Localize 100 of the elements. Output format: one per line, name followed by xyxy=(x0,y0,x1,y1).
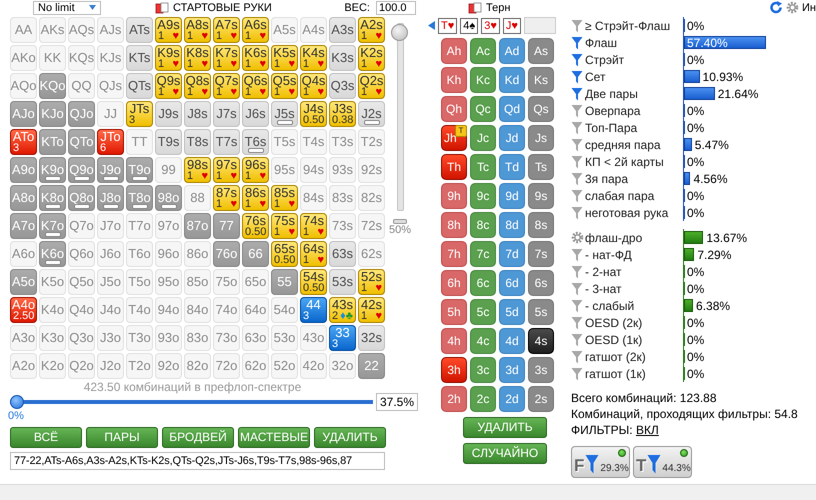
card-button[interactable]: 9h xyxy=(441,183,467,209)
hand-cell[interactable]: 95o xyxy=(155,269,182,295)
hand-cell[interactable]: 74o xyxy=(213,297,240,323)
card-button[interactable]: 2h xyxy=(441,386,467,412)
range-button[interactable]: УДАЛИТЬ xyxy=(314,427,386,448)
hand-cell[interactable]: T7s xyxy=(213,129,240,155)
hand-cell[interactable]: K4o xyxy=(39,297,66,323)
card-button[interactable]: Qs xyxy=(528,96,554,122)
hand-cell[interactable]: 88 xyxy=(184,185,211,211)
card-button[interactable]: Ah xyxy=(441,38,467,64)
hand-cell[interactable]: 72s xyxy=(358,213,385,239)
hand-cell[interactable]: A7o xyxy=(10,213,37,239)
hand-cell[interactable]: Q5o xyxy=(68,269,95,295)
hand-cell[interactable]: Q7o xyxy=(68,213,95,239)
card-button[interactable]: 7s xyxy=(528,241,554,267)
card-button[interactable]: 3h xyxy=(441,357,467,383)
slider-thumb[interactable] xyxy=(390,24,408,41)
slider-thumb[interactable] xyxy=(10,395,24,409)
hand-cell[interactable]: AA xyxy=(10,17,37,43)
hand-cell[interactable]: 52o xyxy=(271,353,298,379)
card-button[interactable]: 6s xyxy=(528,270,554,296)
hand-cell[interactable]: AKs xyxy=(39,17,66,43)
hand-cell[interactable]: 72o xyxy=(213,353,240,379)
hand-cell[interactable]: 98o xyxy=(155,185,182,211)
hand-cell[interactable]: K9s 1 ♥ xyxy=(155,45,182,71)
hand-cell[interactable]: K6o xyxy=(39,241,66,267)
card-button[interactable]: 8c xyxy=(470,212,496,238)
hand-cell[interactable]: 75s 1 ♥ xyxy=(271,213,298,239)
hand-cell[interactable]: 65s 0.50 xyxy=(271,241,298,267)
board-card[interactable]: 4♠ xyxy=(460,18,478,34)
hand-cell[interactable]: 83o xyxy=(184,325,211,351)
range-button[interactable]: ПАРЫ xyxy=(86,427,158,448)
hand-cell[interactable]: A7s 1 ♥ xyxy=(213,17,240,43)
card-button[interactable]: 7d xyxy=(499,241,525,267)
hand-cell[interactable]: 85o xyxy=(184,269,211,295)
hand-cell[interactable]: 92o xyxy=(155,353,182,379)
hand-cell[interactable]: A2s 1 ♥ xyxy=(358,17,385,43)
hand-cell[interactable]: 55 xyxy=(271,269,298,295)
card-button[interactable]: Jd xyxy=(499,125,525,151)
filters-link[interactable]: ВКЛ xyxy=(636,423,659,437)
card-button[interactable]: Kc xyxy=(470,67,496,93)
hand-cell[interactable]: KQo xyxy=(39,73,66,99)
hand-cell[interactable]: T5s xyxy=(271,129,298,155)
hand-cell[interactable]: J3o xyxy=(97,325,124,351)
hand-cell[interactable]: K8o xyxy=(39,185,66,211)
hand-cell[interactable]: Q2s 1 ♥ xyxy=(358,73,385,99)
hand-cell[interactable]: KK xyxy=(39,45,66,71)
board-card[interactable]: T♥ xyxy=(438,18,458,34)
hand-cell[interactable]: K9o xyxy=(39,157,66,183)
quick-filter-button[interactable]: F 29.3% xyxy=(571,446,630,478)
hand-cell[interactable]: K8s 1 ♥ xyxy=(184,45,211,71)
board-card[interactable]: 3♥ xyxy=(481,18,500,34)
deck-button[interactable]: УДАЛИТЬ xyxy=(463,417,547,438)
hand-cell[interactable]: KJs xyxy=(97,45,124,71)
hand-cell[interactable]: Q8o xyxy=(68,185,95,211)
hand-cell[interactable]: 76o xyxy=(213,241,240,267)
card-button[interactable]: Tc xyxy=(470,154,496,180)
hand-cell[interactable]: 63o xyxy=(242,325,269,351)
hand-cell[interactable]: K3o xyxy=(39,325,66,351)
hand-cell[interactable]: 76s 0.50 xyxy=(242,213,269,239)
hand-cell[interactable]: T6s xyxy=(242,129,269,155)
hand-cell[interactable]: QJs xyxy=(97,73,124,99)
hand-cell[interactable]: 33 3 xyxy=(329,325,356,351)
card-button[interactable]: 8d xyxy=(499,212,525,238)
hand-cell[interactable]: 96s 1 ♥ xyxy=(242,157,269,183)
hand-cell[interactable]: A5o xyxy=(10,269,37,295)
hand-cell[interactable]: ATs xyxy=(126,17,153,43)
hand-cell[interactable]: 77 xyxy=(213,213,240,239)
hand-cell[interactable]: AKo xyxy=(10,45,37,71)
hand-cell[interactable]: 73s xyxy=(329,213,356,239)
hand-cell[interactable]: QJo xyxy=(68,101,95,127)
hand-cell[interactable]: T2o xyxy=(126,353,153,379)
hand-cell[interactable]: 99 xyxy=(155,157,182,183)
hand-cell[interactable]: T8o xyxy=(126,185,153,211)
quick-filter-button[interactable]: T 44.3% xyxy=(633,446,692,478)
hand-cell[interactable]: 73o xyxy=(213,325,240,351)
hand-cell[interactable]: K2s 1 ♥ xyxy=(358,45,385,71)
hand-cell[interactable]: 94o xyxy=(155,297,182,323)
card-button[interactable]: 3d xyxy=(499,357,525,383)
hand-cell[interactable]: T6o xyxy=(126,241,153,267)
hand-cell[interactable]: Q9s 1 ♥ xyxy=(155,73,182,99)
hand-cell[interactable]: T7o xyxy=(126,213,153,239)
hand-cell[interactable]: A4o 2.50 xyxy=(10,297,37,323)
card-button[interactable]: 3s xyxy=(528,357,554,383)
card-button[interactable]: 6d xyxy=(499,270,525,296)
hand-cell[interactable]: J2o xyxy=(97,353,124,379)
card-button[interactable]: Kh xyxy=(441,67,467,93)
card-button[interactable]: 5c xyxy=(470,299,496,325)
hand-cell[interactable]: T9s xyxy=(155,129,182,155)
hand-cell[interactable]: T4o xyxy=(126,297,153,323)
hand-cell[interactable]: A9o xyxy=(10,157,37,183)
hand-cell[interactable]: 64s 1 ♥ xyxy=(300,241,327,267)
hand-cell[interactable]: Q4s 1 ♥ xyxy=(300,73,327,99)
card-button[interactable]: 9s xyxy=(528,183,554,209)
hand-cell[interactable]: 84o xyxy=(184,297,211,323)
hand-cell[interactable]: J4o xyxy=(97,297,124,323)
card-button[interactable]: Qc xyxy=(470,96,496,122)
hand-cell[interactable]: AJo xyxy=(10,101,37,127)
hand-cell[interactable]: JTs 3 xyxy=(126,101,153,127)
board-card[interactable]: J♥ xyxy=(502,18,521,34)
